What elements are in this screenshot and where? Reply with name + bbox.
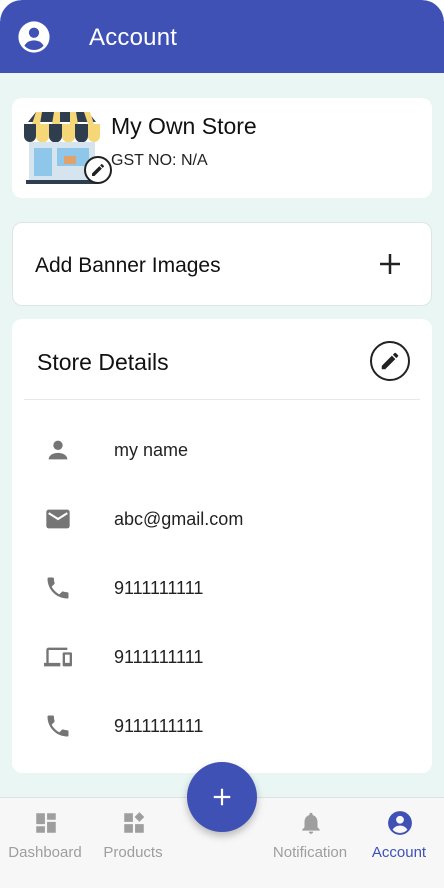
products-icon <box>124 812 145 833</box>
store-details-title: Store Details <box>37 349 169 375</box>
nav-notification[interactable]: Notification <box>265 798 355 888</box>
store-card[interactable]: My Own Store GST NO: N/A <box>12 98 432 198</box>
mail-icon <box>46 509 70 529</box>
add-banner-plus-icon[interactable] <box>375 249 405 279</box>
nav-notification-label: Notification <box>272 844 348 861</box>
phone-number: 9111111111 <box>114 578 204 598</box>
account-circle-icon <box>388 811 412 835</box>
nav-account-label: Account <box>371 844 427 861</box>
phone-icon <box>47 577 69 599</box>
detail-row-phone-alt: 9111111111 <box>12 706 432 746</box>
account-circle-icon[interactable] <box>17 20 51 54</box>
detail-row-name: my name <box>12 430 432 470</box>
edit-store-details-button[interactable] <box>370 341 410 381</box>
app-screen: Account My Own Store GST NO: N/A Add Ban… <box>0 0 444 888</box>
owner-name: my name <box>114 440 189 460</box>
app-bar: Account <box>0 0 444 73</box>
detail-row-phone: 9111111111 <box>12 568 432 608</box>
pencil-icon <box>92 163 105 176</box>
alt-phone-number: 9111111111 <box>114 716 204 736</box>
nav-dashboard-label: Dashboard <box>8 844 82 861</box>
detail-row-device: 9111111111 <box>12 637 432 677</box>
store-name: My Own Store <box>111 113 257 139</box>
person-icon <box>48 440 68 460</box>
device-number: 9111111111 <box>114 647 204 667</box>
add-fab-button[interactable] <box>187 762 257 832</box>
phone-icon <box>47 715 69 737</box>
add-banner-label: Add Banner Images <box>35 254 221 277</box>
nav-dashboard[interactable]: Dashboard <box>0 798 90 888</box>
detail-row-email: abc@gmail.com <box>12 499 432 539</box>
edit-store-logo-button[interactable] <box>84 156 112 184</box>
devices-icon <box>44 647 72 667</box>
plus-icon <box>213 788 231 806</box>
email: abc@gmail.com <box>114 509 244 529</box>
nav-account[interactable]: Account <box>354 798 444 888</box>
divider <box>24 399 420 400</box>
store-details-card: Store Details my name abc@gmail.com 9111… <box>12 319 432 773</box>
add-banner-card[interactable]: Add Banner Images <box>12 222 432 306</box>
dashboard-icon <box>36 813 56 833</box>
nav-products-label: Products <box>103 844 163 861</box>
nav-products[interactable]: Products <box>88 798 178 888</box>
gst-number: GST NO: N/A <box>111 152 208 169</box>
page-title: Account <box>89 24 178 51</box>
pencil-icon <box>381 352 399 370</box>
bell-icon <box>302 812 320 834</box>
